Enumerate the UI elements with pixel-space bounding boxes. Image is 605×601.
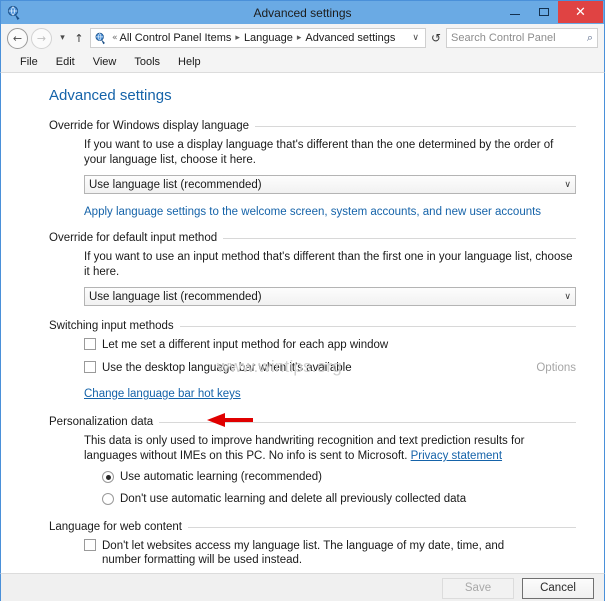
back-button[interactable]: ← <box>7 27 28 49</box>
minimize-button[interactable] <box>500 1 529 23</box>
up-button[interactable]: ↑ <box>70 28 88 48</box>
section-header: Override for Windows display language <box>49 120 576 132</box>
breadcrumb-item-advanced-settings[interactable]: Advanced settings <box>305 32 395 44</box>
menu-item-edit[interactable]: Edit <box>47 52 84 72</box>
breadcrumb-separator-icon: ▸ <box>296 33 302 43</box>
section-title: Language for web content <box>49 521 182 533</box>
language-globe-icon <box>6 5 22 21</box>
section-title: Override for Windows display language <box>49 120 250 132</box>
header-rule <box>223 237 576 239</box>
display-language-combobox[interactable]: Use language list (recommended) ∨ <box>84 175 576 194</box>
checkbox-web-content[interactable] <box>84 539 96 551</box>
radio-automatic-learning[interactable] <box>102 471 114 483</box>
section-header: Switching input methods <box>49 320 576 332</box>
advanced-settings-window: Advanced settings ✕ ← → ▾ ↑ « All Contro… <box>0 0 605 601</box>
breadcrumb-dropdown-icon[interactable]: ∨ <box>412 33 422 43</box>
checkbox-label: Don't let websites access my language li… <box>102 540 505 566</box>
search-input[interactable]: Search Control Panel <box>451 32 587 44</box>
section-header: Personalization data <box>49 416 576 428</box>
radio-row-automatic-learning[interactable]: Use automatic learning (recommended) <box>102 471 576 483</box>
section-input-method: Override for default input method If you… <box>49 232 576 306</box>
checkbox-row-web-content[interactable]: Don't let websites access my language li… <box>84 539 576 567</box>
header-rule <box>188 526 576 528</box>
search-box[interactable]: Search Control Panel ⌕ <box>446 28 598 48</box>
section-title: Personalization data <box>49 416 154 428</box>
apply-language-settings-link[interactable]: Apply language settings to the welcome s… <box>84 206 541 218</box>
section-switching-input-methods: Switching input methods Let me set a dif… <box>49 320 576 402</box>
privacy-statement-link[interactable]: Privacy statement <box>411 450 502 462</box>
checkbox-desktop-language-bar[interactable] <box>84 361 96 373</box>
caption-buttons: ✕ <box>500 1 603 23</box>
section-description: This data is only used to improve handwr… <box>84 434 576 464</box>
section-header: Language for web content <box>49 521 576 533</box>
refresh-button[interactable]: ↺ <box>426 28 446 48</box>
checkbox-label: Let me set a different input method for … <box>102 339 389 351</box>
content-area: Advanced settings Override for Windows d… <box>0 73 605 573</box>
radio-label: Don't use automatic learning and delete … <box>120 493 467 505</box>
forward-button[interactable]: → <box>31 27 52 49</box>
breadcrumb-overflow-icon[interactable]: « <box>110 33 120 43</box>
checkbox-app-window[interactable] <box>84 338 96 350</box>
header-rule <box>179 325 576 327</box>
radio-row-no-automatic-learning[interactable]: Don't use automatic learning and delete … <box>102 493 576 505</box>
breadcrumb[interactable]: « All Control Panel Items ▸ Language ▸ A… <box>90 28 426 48</box>
close-button[interactable]: ✕ <box>558 1 603 23</box>
breadcrumb-separator-icon: ▸ <box>235 33 240 43</box>
chevron-down-icon: ∨ <box>564 291 571 302</box>
menu-item-file[interactable]: File <box>11 52 47 72</box>
section-title: Switching input methods <box>49 320 174 332</box>
default-input-method-combobox[interactable]: Use language list (recommended) ∨ <box>84 287 576 306</box>
dialog-footer: Save Cancel <box>0 573 605 601</box>
checkbox-row-desktop-language-bar[interactable]: Use the desktop language bar when it's a… <box>84 361 576 375</box>
breadcrumb-item-language[interactable]: Language <box>244 32 293 44</box>
combobox-value: Use language list (recommended) <box>89 290 262 303</box>
address-bar: ← → ▾ ↑ « All Control Panel Items ▸ Lang… <box>0 24 605 52</box>
menu-item-tools[interactable]: Tools <box>125 52 169 72</box>
breadcrumb-item-all-control-panel-items[interactable]: All Control Panel Items <box>120 32 232 44</box>
checkbox-row-app-window[interactable]: Let me set a different input method for … <box>84 338 576 352</box>
change-language-bar-hot-keys-link[interactable]: Change language bar hot keys <box>84 388 241 400</box>
breadcrumb-globe-icon <box>94 32 107 45</box>
section-description: If you want to use an input method that'… <box>84 251 573 278</box>
section-personalization-data: Personalization data This data is only u… <box>49 416 576 505</box>
radio-label: Use automatic learning (recommended) <box>120 471 322 483</box>
section-header: Override for default input method <box>49 232 576 244</box>
header-rule <box>159 421 576 423</box>
header-rule <box>255 125 576 127</box>
search-icon: ⌕ <box>586 31 593 44</box>
recent-locations-button[interactable]: ▾ <box>55 28 70 48</box>
menu-item-help[interactable]: Help <box>169 52 210 72</box>
checkbox-label: Use the desktop language bar when it's a… <box>102 362 352 374</box>
page-title: Advanced settings <box>49 87 172 104</box>
chevron-down-icon: ∨ <box>564 179 571 190</box>
menu-item-view[interactable]: View <box>84 52 126 72</box>
section-display-language: Override for Windows display language If… <box>49 120 576 220</box>
radio-no-automatic-learning[interactable] <box>102 493 114 505</box>
maximize-button[interactable] <box>529 1 558 23</box>
section-description: If you want to use a display language th… <box>84 139 554 166</box>
options-button[interactable]: Options <box>536 361 576 375</box>
combobox-value: Use language list (recommended) <box>89 178 262 191</box>
cancel-button[interactable]: Cancel <box>522 577 594 599</box>
save-button[interactable]: Save <box>442 577 514 599</box>
section-title: Override for default input method <box>49 232 218 244</box>
close-icon: ✕ <box>575 4 586 20</box>
menu-bar: File Edit View Tools Help <box>0 52 605 73</box>
section-language-web-content: Language for web content Don't let websi… <box>49 521 576 567</box>
title-bar: Advanced settings ✕ <box>0 0 605 24</box>
